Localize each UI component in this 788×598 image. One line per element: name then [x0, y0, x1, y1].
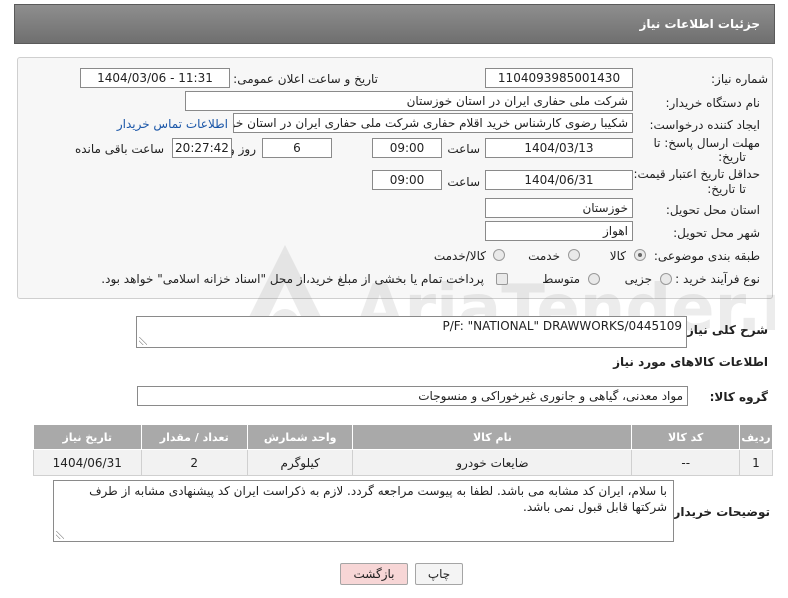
- need-number-field: 1104093985001430: [485, 68, 633, 88]
- category-option-service: خدمت: [528, 249, 560, 263]
- cell-code: --: [631, 449, 740, 476]
- back-button[interactable]: بازگشت: [340, 563, 408, 585]
- buyer-org-field: شرکت ملی حفاری ایران در استان خوزستان: [185, 91, 633, 111]
- city-field: اهواز: [485, 221, 633, 241]
- price-validity-label: حداقل تاریخ اعتبار قیمت:: [633, 167, 760, 181]
- goods-group-field: مواد معدنی، گیاهی و جانوری غیرخوراکی و م…: [137, 386, 688, 406]
- col-row: ردیف: [738, 424, 774, 450]
- print-button[interactable]: چاپ: [415, 563, 463, 585]
- price-validity-time-field: 09:00: [372, 170, 442, 190]
- description-text: P/F: "NATIONAL" DRAWWORKS/0445109: [442, 319, 682, 333]
- col-date: تاریخ نیاز: [33, 424, 142, 450]
- cell-unit: کیلوگرم: [246, 449, 354, 476]
- process-radio-medium[interactable]: [588, 273, 600, 285]
- cell-qty: 2: [140, 449, 248, 476]
- cell-date: 1404/06/31: [33, 449, 142, 476]
- page-header: جزئیات اطلاعات نیاز: [14, 4, 775, 44]
- process-radio-minor[interactable]: [660, 273, 672, 285]
- process-type-label: نوع فرآیند خرید :: [675, 272, 760, 286]
- buyer-notes-textarea[interactable]: با سلام، ایران کد مشابه می باشد. لطفا به…: [53, 480, 674, 542]
- description-label: شرح کلی نیاز:: [682, 323, 768, 337]
- resize-grip-icon[interactable]: [56, 531, 64, 539]
- goods-section-title: اطلاعات کالاهای مورد نیاز: [613, 355, 768, 369]
- creator-field: شکیبا رضوی کارشناس خرید اقلام حفاری شرکت…: [233, 113, 633, 133]
- price-validity-label-date: تا تاریخ:: [707, 182, 746, 196]
- table-row: 1 -- ضایعات خودرو کیلوگرم 2 1404/06/31: [33, 449, 774, 476]
- province-field: خوزستان: [485, 198, 633, 218]
- deadline-time-label: ساعت: [447, 142, 480, 156]
- price-validity-date-field: 1404/06/31: [485, 170, 633, 190]
- city-label: شهر محل تحویل:: [673, 226, 760, 240]
- goods-group-label: گروه کالا:: [709, 390, 768, 404]
- category-radio-both[interactable]: [493, 249, 505, 261]
- goods-table-header: ردیف کد کالا نام کالا واحد شمارش تعداد /…: [33, 424, 774, 450]
- remaining-time-field: 20:27:42: [172, 138, 232, 158]
- deadline-label-date: تاریخ:: [718, 150, 746, 164]
- treasury-payment-checkbox[interactable]: [496, 273, 508, 285]
- process-option-minor: جزیی: [624, 272, 652, 286]
- creator-label: ایجاد کننده درخواست:: [649, 118, 760, 132]
- deadline-time-field: 09:00: [372, 138, 442, 158]
- page-title: جزئیات اطلاعات نیاز: [639, 17, 760, 31]
- deadline-label: مهلت ارسال پاسخ: تا: [653, 136, 760, 150]
- resize-grip-icon[interactable]: [139, 337, 147, 345]
- category-radio-service[interactable]: [568, 249, 580, 261]
- announce-label: تاریخ و ساعت اعلان عمومی:: [233, 72, 378, 86]
- days-word: روز و: [229, 142, 256, 156]
- need-number-label: شماره نیاز:: [711, 72, 768, 86]
- announce-datetime-field: 1404/03/06 - 11:31: [80, 68, 230, 88]
- cell-row: 1: [738, 449, 774, 476]
- col-code: کد کالا: [631, 424, 740, 450]
- buyer-notes-text: با سلام، ایران کد مشابه می باشد. لطفا به…: [89, 484, 667, 514]
- buyer-notes-label: توضیحات خریدار:: [668, 505, 770, 519]
- buyer-org-label: نام دستگاه خریدار:: [665, 96, 761, 110]
- category-option-both: کالا/خدمت: [433, 249, 486, 263]
- goods-table: ردیف کد کالا نام کالا واحد شمارش تعداد /…: [33, 424, 774, 476]
- col-name: نام کالا: [352, 424, 633, 450]
- treasury-payment-note: پرداخت تمام یا بخشی از مبلغ خرید،از محل …: [101, 272, 484, 286]
- col-unit: واحد شمارش: [246, 424, 354, 450]
- province-label: استان محل تحویل:: [665, 203, 760, 217]
- category-radio-goods[interactable]: [634, 249, 646, 261]
- remaining-word: ساعت باقی مانده: [74, 142, 164, 156]
- category-option-goods: کالا: [609, 249, 626, 263]
- buyer-contact-link[interactable]: اطلاعات تماس خریدار: [117, 117, 228, 131]
- price-time-label: ساعت: [447, 175, 480, 189]
- deadline-date-field: 1404/03/13: [485, 138, 633, 158]
- days-remaining-field: 6: [262, 138, 332, 158]
- process-option-medium: متوسط: [542, 272, 580, 286]
- description-textarea[interactable]: P/F: "NATIONAL" DRAWWORKS/0445109: [136, 316, 687, 348]
- col-qty: تعداد / مقدار: [140, 424, 248, 450]
- cell-name: ضایعات خودرو: [352, 449, 633, 476]
- category-label: طبقه بندی موضوعی:: [653, 249, 760, 263]
